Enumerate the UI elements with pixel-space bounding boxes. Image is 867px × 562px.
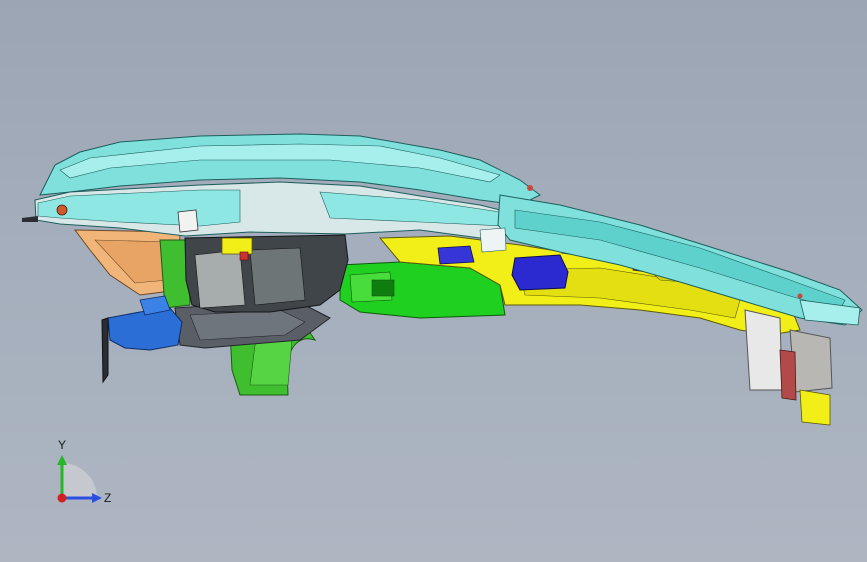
rail-red-dot: [527, 185, 533, 191]
car-body-model[interactable]: [22, 133, 863, 426]
rear-bumper-lower: [799, 389, 831, 426]
triad-z-label: Z: [104, 491, 111, 505]
rear-red-bracket: [779, 349, 797, 401]
triad-y-arrow: [57, 455, 67, 465]
axis-triad: Y Z: [57, 438, 111, 505]
part-deep-blue-2: [437, 245, 475, 265]
wheelhouse-light: [194, 249, 246, 309]
floor-green-slot: [371, 279, 395, 297]
white-bracket: [177, 209, 199, 233]
front-tab: [22, 216, 38, 222]
rear-bumper-white: [744, 309, 783, 391]
wheelhouse-bracket-red: [239, 251, 249, 261]
triad-z-arrow: [92, 493, 102, 503]
wheelhouse-light-2: [249, 247, 306, 306]
cad-viewport[interactable]: [0, 0, 867, 562]
rear-bumper-grey: [789, 329, 833, 393]
front-red-hole: [56, 204, 68, 216]
triad-y-label: Y: [58, 438, 66, 452]
triad-x-origin: [57, 493, 67, 503]
bracket-blue-flange: [101, 317, 109, 384]
triad-gray-quadrant: [62, 463, 97, 498]
green-pillar-top: [479, 227, 507, 253]
part-deep-blue: [511, 254, 569, 291]
rear-red-dot: [797, 293, 803, 299]
wheelhouse-bracket-yellow: [221, 237, 253, 255]
